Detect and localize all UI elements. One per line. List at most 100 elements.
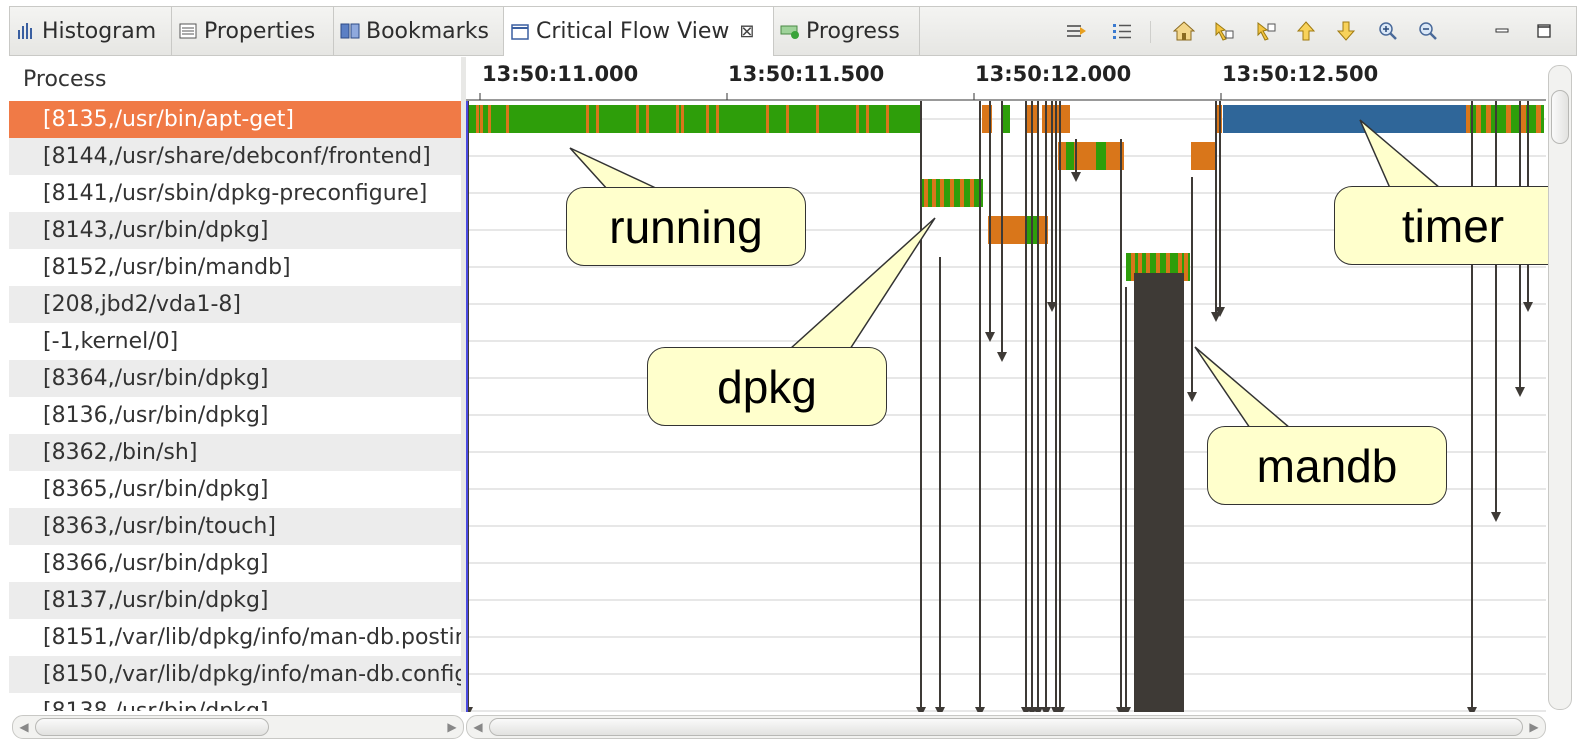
preempted-state-bar: [960, 179, 964, 207]
preempted-state-bar: [716, 105, 719, 133]
callout-timer: timer: [1334, 186, 1572, 265]
scroll-right-icon[interactable]: ▶: [1525, 718, 1543, 736]
process-row[interactable]: [8365,/usr/bin/dpkg]: [9, 471, 461, 508]
process-row[interactable]: [8141,/usr/sbin/dpkg-preconfigure]: [9, 175, 461, 212]
home-icon[interactable]: [1170, 17, 1198, 45]
process-row[interactable]: [8366,/usr/bin/dpkg]: [9, 545, 461, 582]
process-name: [8137,/usr/bin/dpkg]: [43, 588, 269, 613]
preempted-state-bar: [856, 105, 859, 133]
process-row[interactable]: [8135,/usr/bin/apt-get]: [9, 101, 461, 138]
process-name: [8138,/usr/bin/dpkg]: [43, 699, 269, 711]
callout-running: running: [566, 187, 806, 266]
histogram-icon: [16, 21, 36, 41]
process-name: [8136,/usr/bin/dpkg]: [43, 403, 269, 428]
scroll-left-icon[interactable]: ◀: [15, 718, 33, 736]
process-row[interactable]: [8150,/var/lib/dpkg/info/man-db.config]: [9, 656, 461, 693]
preempted-state-bar: [676, 105, 679, 133]
callout-label: running: [609, 200, 763, 253]
scroll-left-icon[interactable]: ◀: [469, 718, 487, 736]
process-name: [8144,/usr/share/debconf/frontend]: [43, 144, 431, 169]
process-column-header[interactable]: Process: [9, 57, 461, 101]
tab-label: Histogram: [42, 18, 157, 44]
preempted-state-bar: [932, 179, 936, 207]
preempted-state-bar: [924, 179, 928, 207]
process-row[interactable]: [8363,/usr/bin/touch]: [9, 508, 461, 545]
process-horizontal-scrollbar[interactable]: ◀ ▶: [12, 715, 464, 739]
process-list: [8135,/usr/bin/apt-get] [8144,/usr/share…: [9, 101, 461, 711]
process-row[interactable]: [208,jbd2/vda1-8]: [9, 286, 461, 323]
process-row[interactable]: [8137,/usr/bin/dpkg]: [9, 582, 461, 619]
down-arrow-icon[interactable]: [1332, 17, 1360, 45]
blocked-disk-bar: [1134, 273, 1184, 712]
tab-label: Progress: [806, 18, 900, 44]
preempted-state-bar: [476, 105, 479, 133]
callout-label: dpkg: [717, 360, 817, 413]
timeline-canvas: [466, 93, 1546, 712]
process-row[interactable]: [8362,/bin/sh]: [9, 434, 461, 471]
process-row[interactable]: [8136,/usr/bin/dpkg]: [9, 397, 461, 434]
preempted-state-bar: [886, 105, 889, 133]
process-row[interactable]: [8138,/usr/bin/dpkg]: [9, 693, 461, 711]
zoom-in-icon[interactable]: [1374, 17, 1402, 45]
process-row[interactable]: [8144,/usr/share/debconf/frontend]: [9, 138, 461, 175]
preempted-state-bar: [950, 179, 954, 207]
preempted-state-bar: [480, 105, 483, 133]
tab-progress[interactable]: Progress: [774, 7, 920, 55]
process-row[interactable]: [8151,/var/lib/dpkg/info/man-db.postinst…: [9, 619, 461, 656]
preempted-state-bar: [766, 105, 769, 133]
maximize-icon[interactable]: [1530, 17, 1558, 45]
previous-event-icon[interactable]: [1210, 17, 1238, 45]
progress-icon: [780, 21, 800, 41]
running-state-bar: [1096, 142, 1106, 170]
scrollbar-thumb[interactable]: [1551, 90, 1569, 144]
preempted-state-bar: [1191, 142, 1217, 170]
view-tab-bar: Histogram Properties Bookmarks Critical …: [9, 6, 1577, 56]
process-row[interactable]: [8364,/usr/bin/dpkg]: [9, 360, 461, 397]
toolbar-separator: [1150, 21, 1151, 43]
close-icon[interactable]: ⊠: [739, 21, 754, 42]
up-arrow-icon[interactable]: [1292, 17, 1320, 45]
list-icon[interactable]: [1108, 17, 1136, 45]
tab-histogram[interactable]: Histogram: [10, 7, 172, 55]
preempted-state-bar: [786, 105, 789, 133]
tab-label: Critical Flow View: [536, 19, 730, 44]
process-name: [8152,/usr/bin/mandb]: [43, 255, 291, 280]
process-name: [8150,/var/lib/dpkg/info/man-db.config]: [43, 662, 461, 687]
callout-mandb: mandb: [1207, 426, 1447, 505]
arrows-right-icon[interactable]: [1062, 17, 1090, 45]
minimize-icon[interactable]: [1488, 17, 1516, 45]
running-state-bar: [1002, 105, 1010, 133]
process-name: [8366,/usr/bin/dpkg]: [43, 551, 269, 576]
preempted-state-bar: [1184, 253, 1188, 281]
process-row[interactable]: [8152,/usr/bin/mandb]: [9, 249, 461, 286]
scrollbar-thumb[interactable]: [489, 718, 1523, 736]
preempted-state-bar: [940, 179, 944, 207]
running-state-bar: [468, 105, 920, 133]
scroll-right-icon[interactable]: ▶: [443, 718, 461, 736]
running-state-bar: [1066, 142, 1074, 170]
timeline-vertical-scrollbar[interactable]: [1548, 65, 1572, 710]
process-name: [8151,/var/lib/dpkg/info/man-db.postinst…: [43, 625, 461, 650]
scrollbar-thumb[interactable]: [35, 718, 269, 736]
preempted-state-bar: [586, 105, 589, 133]
process-row[interactable]: [8143,/usr/bin/dpkg]: [9, 212, 461, 249]
preempted-state-bar: [681, 105, 684, 133]
callout-dpkg: dpkg: [647, 347, 887, 426]
preempted-state-bar: [1486, 105, 1491, 133]
timeline-horizontal-scrollbar[interactable]: ◀ ▶: [466, 715, 1546, 739]
view-icon: [510, 22, 530, 42]
next-event-icon[interactable]: [1252, 17, 1280, 45]
process-name: [8135,/usr/bin/apt-get]: [43, 107, 294, 132]
zoom-out-icon[interactable]: [1414, 17, 1442, 45]
preempted-state-bar: [970, 179, 974, 207]
callout-label: mandb: [1256, 439, 1398, 492]
critical-flow-timeline[interactable]: 13:50:11.000 13:50:11.500 13:50:12.000 1…: [466, 57, 1546, 712]
process-name: [8364,/usr/bin/dpkg]: [43, 366, 269, 391]
tab-properties[interactable]: Properties: [172, 7, 334, 55]
preempted-state-bar: [866, 105, 869, 133]
tab-critical-flow-view[interactable]: Critical Flow View ⊠: [504, 7, 774, 56]
process-name: [-1,kernel/0]: [43, 329, 179, 354]
process-row[interactable]: [-1,kernel/0]: [9, 323, 461, 360]
tab-bookmarks[interactable]: Bookmarks: [334, 7, 504, 55]
preempted-state-bar: [596, 105, 599, 133]
